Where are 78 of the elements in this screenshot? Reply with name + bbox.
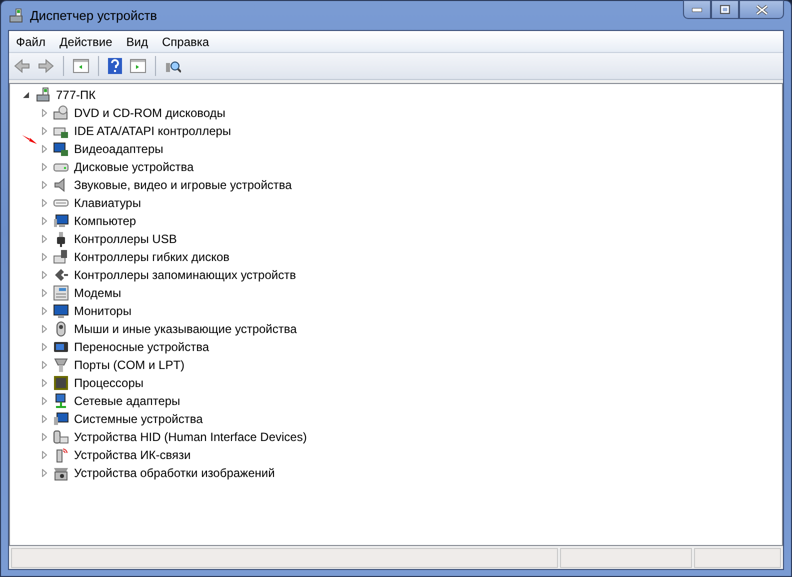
camera-icon: [53, 465, 69, 481]
monitor-icon: [53, 213, 69, 229]
portable-device-icon: [53, 339, 69, 355]
tree-item[interactable]: Контроллеры гибких дисков: [74, 250, 230, 264]
tree-item[interactable]: Мыши и иные указывающие устройства: [74, 322, 297, 336]
tree-item[interactable]: Устройства HID (Human Interface Devices): [74, 430, 307, 444]
help-icon: [108, 58, 122, 74]
annotation-arrow-icon: [22, 134, 38, 144]
tree-item[interactable]: IDE ATA/ATAPI контроллеры: [74, 124, 232, 138]
collapsed-triangle-icon: [42, 217, 46, 225]
expanded-triangle-icon: [23, 92, 29, 98]
collapsed-triangle-icon: [42, 145, 46, 153]
close-button[interactable]: [739, 0, 784, 19]
collapsed-triangle-icon: [42, 415, 46, 423]
computer-icon: [35, 87, 51, 103]
collapsed-triangle-icon: [42, 469, 46, 477]
tree-item[interactable]: Контроллеры запоминающих устройств: [74, 268, 296, 282]
menu-item[interactable]: Действие: [52, 34, 120, 48]
monitor-icon: [53, 303, 69, 319]
collapsed-triangle-icon: [42, 289, 46, 297]
action-pane-icon: [130, 59, 146, 73]
collapsed-triangle-icon: [42, 451, 46, 459]
collapsed-triangle-icon: [42, 397, 46, 405]
tree-item[interactable]: 777-ПК: [56, 88, 96, 102]
system-device-icon: [53, 411, 69, 427]
back-arrow-icon: [14, 59, 30, 73]
minimize-button[interactable]: [683, 0, 711, 19]
maximize-icon: [720, 5, 730, 14]
tree-item[interactable]: Видеоадаптеры: [74, 142, 164, 156]
minimize-icon: [692, 8, 702, 12]
tree-item[interactable]: Системные устройства: [74, 412, 203, 426]
collapsed-triangle-icon: [42, 109, 46, 117]
console-tree-icon: [73, 59, 89, 73]
tree-item[interactable]: Мониторы: [74, 304, 132, 318]
tree-item[interactable]: Модемы: [74, 286, 122, 300]
tree-item[interactable]: Компьютер: [74, 214, 136, 228]
tree-item[interactable]: Контроллеры USB: [74, 232, 177, 246]
modem-icon: [53, 285, 69, 301]
tree-item[interactable]: DVD и CD-ROM дисководы: [74, 106, 226, 120]
tree-item[interactable]: Сетевые адаптеры: [74, 394, 180, 408]
toolbar-button[interactable]: [105, 56, 125, 76]
collapsed-triangle-icon: [42, 163, 46, 171]
processor-icon: [53, 375, 69, 391]
collapsed-triangle-icon: [42, 325, 46, 333]
collapsed-triangle-icon: [42, 127, 46, 135]
menu-item[interactable]: Вид: [119, 34, 155, 48]
collapsed-triangle-icon: [42, 307, 46, 315]
floppy-controller-icon: [53, 249, 69, 265]
collapsed-triangle-icon: [42, 343, 46, 351]
tree-item[interactable]: Устройства обработки изображений: [74, 466, 275, 480]
tree-item[interactable]: Переносные устройства: [74, 340, 210, 354]
collapsed-triangle-icon: [42, 253, 46, 261]
forward-arrow-icon: [38, 59, 54, 73]
collapsed-triangle-icon: [42, 379, 46, 387]
hid-icon: [53, 429, 69, 445]
tree-item[interactable]: Звуковые, видео и игровые устройства: [74, 178, 292, 192]
collapsed-triangle-icon: [42, 433, 46, 441]
maximize-button[interactable]: [711, 0, 739, 19]
storage-icon: [53, 267, 69, 283]
port-icon: [53, 357, 69, 373]
collapsed-triangle-icon: [42, 199, 46, 207]
collapsed-triangle-icon: [42, 235, 46, 243]
network-icon: [53, 393, 69, 409]
tree-item[interactable]: Устройства ИК-связи: [74, 448, 191, 462]
menu-item[interactable]: Файл: [9, 34, 53, 48]
collapsed-triangle-icon: [42, 271, 46, 279]
display-adapter-icon: [53, 141, 69, 157]
collapsed-triangle-icon: [42, 361, 46, 369]
computer-icon: [8, 8, 24, 24]
menu-item[interactable]: Справка: [155, 34, 216, 48]
close-icon: [756, 4, 768, 14]
tree-item[interactable]: Клавиатуры: [74, 196, 141, 210]
window-title: Диспетчер устройств: [30, 8, 158, 23]
disc-drive-icon: [53, 105, 69, 121]
tree-item[interactable]: Порты (COM и LPT): [74, 358, 185, 372]
tree-item[interactable]: Дисковые устройства: [74, 160, 194, 174]
collapsed-triangle-icon: [42, 181, 46, 189]
tree-item[interactable]: Процессоры: [74, 376, 144, 390]
